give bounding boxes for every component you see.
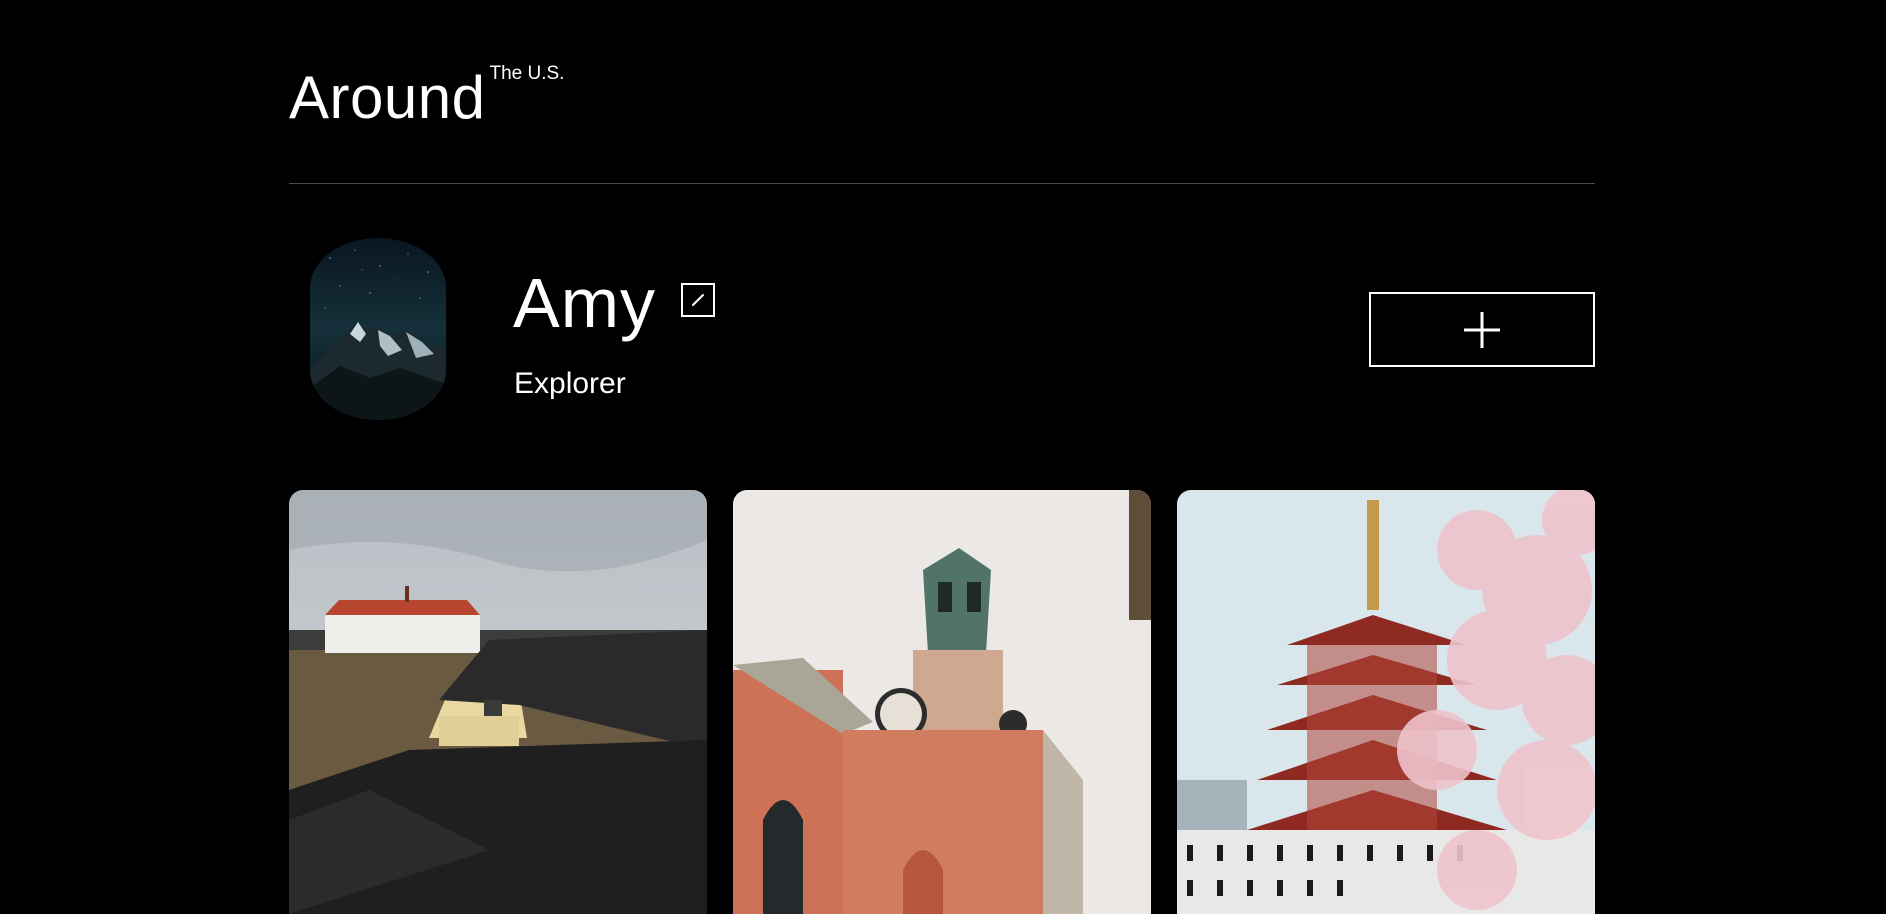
logo-main-text: Around: [289, 64, 486, 131]
header-divider: [289, 183, 1595, 184]
profile-name: Amy: [513, 264, 656, 342]
page: Around The U.S. Amy Explorer: [0, 0, 1886, 914]
profile-role: Explorer: [514, 367, 626, 400]
church-clock-tower-photo: [733, 490, 1151, 914]
logo: Around The U.S.: [289, 58, 564, 138]
mountain-night-sky-photo: [310, 238, 446, 420]
edit-profile-button[interactable]: [681, 283, 715, 317]
farm-houses-photo: [289, 490, 707, 914]
add-place-button[interactable]: [1369, 292, 1595, 367]
place-card[interactable]: [289, 490, 707, 914]
plus-icon: [1464, 311, 1500, 348]
card-grid: [289, 490, 1595, 914]
place-card[interactable]: [733, 490, 1151, 914]
pagoda-cherry-blossom-photo: [1177, 490, 1595, 914]
place-card[interactable]: [1177, 490, 1595, 914]
avatar[interactable]: [310, 238, 446, 420]
logo-superscript: The U.S.: [489, 63, 565, 84]
pencil-icon: [692, 294, 704, 306]
